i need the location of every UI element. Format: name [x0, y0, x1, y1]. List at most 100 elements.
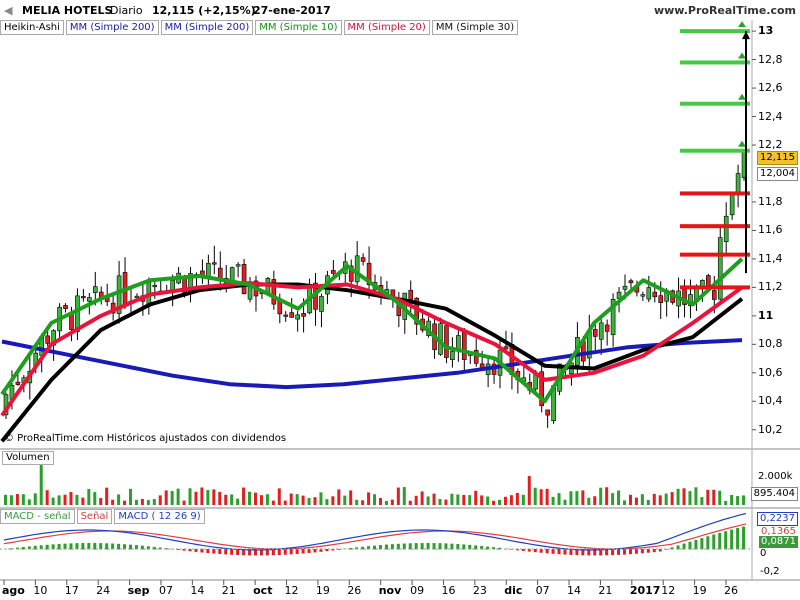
macd-histogram-bar [730, 529, 734, 550]
volume-bar [611, 493, 615, 505]
volume-bar [325, 499, 329, 505]
time-tick-label: 07 [535, 584, 550, 597]
time-tick-label: ago [2, 584, 25, 597]
volume-bar [640, 494, 644, 505]
time-tick-label: 07 [158, 584, 173, 597]
volume-bar [515, 492, 519, 505]
price-tick-label: 11 [758, 308, 774, 322]
volume-bar [480, 495, 484, 505]
secondary-price-tag: 12,004 [757, 166, 798, 181]
candle-body [331, 270, 336, 274]
time-tick-label: 12 [284, 584, 299, 597]
indicator-legend: Heikin-Ashi MM (Simple 200) MM (Simple 200… [0, 20, 520, 36]
volume-bar [706, 489, 710, 505]
legend-heikin-ashi[interactable]: Heikin-Ashi [0, 20, 64, 35]
macd-histogram-bar [224, 549, 228, 555]
volume-bar [253, 492, 257, 505]
macd-histogram-bar [688, 541, 692, 550]
volume-bar [628, 494, 632, 505]
candle-body [450, 350, 455, 360]
volume-bar [700, 497, 704, 505]
volume-bar [75, 494, 79, 505]
time-tick-label: 19 [692, 584, 707, 597]
candle-body [212, 262, 217, 265]
volume-panel-title[interactable]: Volumen [2, 451, 54, 465]
candle-body [81, 296, 86, 299]
time-tick-label: 23 [472, 584, 487, 597]
candle-body [444, 325, 449, 358]
time-tick-label: nov [378, 584, 402, 597]
volume-bar [349, 490, 353, 505]
legend-ma10[interactable]: MM (Simple 10) [255, 20, 342, 35]
symbol-name: MELIA HOTELS [22, 4, 113, 17]
legend-ma30[interactable]: MM (Simple 30) [431, 20, 519, 35]
volume-bar [45, 490, 49, 505]
resistance-level-green [680, 101, 750, 106]
macd-histogram-bar [313, 549, 317, 553]
volume-bar [176, 488, 180, 505]
time-tick-label: 14 [190, 584, 205, 597]
candle-body [545, 409, 550, 416]
candle-body [598, 322, 604, 340]
time-tick-label: 24 [96, 584, 111, 597]
candle-body [283, 314, 289, 317]
volume-bar [581, 490, 585, 505]
volume-bar [212, 489, 216, 505]
volume-bar [182, 500, 186, 505]
legend-ma200-b[interactable]: MM (Simple 200) [160, 20, 254, 35]
volume-bar [15, 494, 19, 505]
legend-ma20[interactable]: MM (Simple 20) [343, 20, 430, 35]
macd-histogram-bar [563, 549, 567, 555]
volume-bar [492, 500, 496, 505]
volume-bar [289, 493, 293, 505]
volume-bar [444, 499, 448, 505]
volume-bar [676, 488, 680, 505]
macd-histogram-bar [623, 549, 627, 555]
resistance-level-green [680, 60, 750, 65]
volume-bar [242, 487, 246, 505]
legend-ma200-a[interactable]: MM (Simple 200) [65, 20, 159, 35]
candle-body [235, 264, 241, 267]
volume-bar [170, 490, 174, 505]
macd-legend-macd[interactable]: MACD ( 12 26 9) [114, 509, 205, 524]
macd-legend-diff[interactable]: MACD - señal [0, 509, 75, 524]
volume-bar [39, 464, 43, 505]
macd-histogram-bar [700, 538, 704, 550]
macd-value-1: 0,2237 [757, 512, 798, 526]
volume-bar [688, 491, 692, 505]
chart-header: ◀ MELIA HOTELS Diario 12,115 (+2,15%) 27… [0, 0, 800, 20]
volume-bar [152, 499, 156, 505]
volume-bar [742, 495, 746, 505]
candle-body [658, 295, 664, 303]
candle-body [206, 262, 211, 278]
volume-bar [682, 488, 686, 505]
time-tick-label: 21 [598, 584, 613, 597]
candle-body [15, 381, 21, 385]
volume-bar [164, 490, 168, 505]
volume-bar [486, 496, 490, 505]
time-tick-label: 17 [64, 584, 79, 597]
price-tick-label: 10,8 [758, 337, 783, 351]
volume-bar [206, 489, 210, 505]
macd-histogram-bar [694, 539, 698, 550]
volume-bar [533, 487, 537, 505]
macd-histogram-bar [212, 549, 216, 554]
macd-legend-signal[interactable]: Señal [76, 509, 113, 524]
macd-histogram-bar [706, 536, 710, 550]
volume-bar [271, 500, 275, 505]
volume-bar [420, 491, 424, 505]
volume-bar [93, 492, 97, 505]
volume-bar [587, 497, 591, 505]
volume-bar [438, 498, 442, 505]
site-label[interactable]: www.ProRealTime.com [654, 4, 796, 17]
volume-bar [664, 493, 668, 505]
volume-bar [712, 489, 716, 505]
collapse-icon[interactable]: ◀ [4, 4, 12, 17]
volume-tick: 2.000k [758, 471, 793, 482]
macd-histogram-bar [277, 549, 281, 556]
macd-histogram-bar [551, 549, 555, 554]
candle-body [241, 264, 247, 295]
volume-bar [563, 499, 567, 505]
volume-bar [390, 499, 394, 505]
volume-bar [331, 496, 335, 505]
